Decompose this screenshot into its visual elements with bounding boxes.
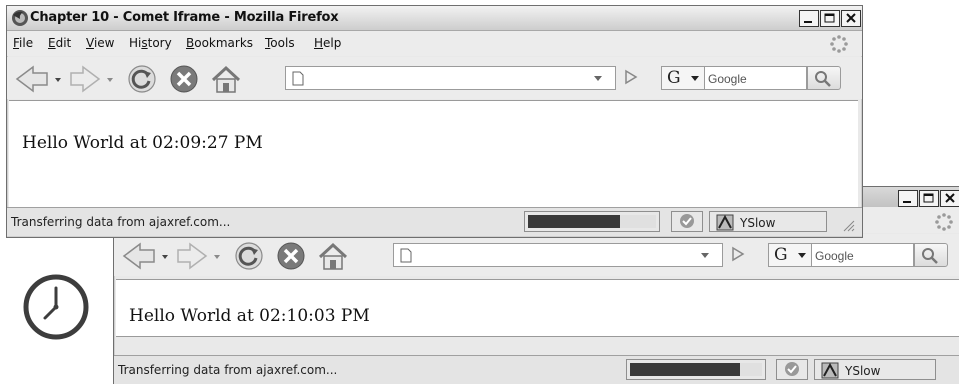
address-bar[interactable] bbox=[285, 66, 616, 90]
menu-help[interactable]: Help bbox=[314, 36, 341, 50]
stop-button[interactable] bbox=[167, 64, 201, 94]
go-icon bbox=[625, 69, 638, 85]
menu-edit[interactable]: Edit bbox=[48, 36, 71, 50]
menu-view[interactable]: View bbox=[86, 36, 114, 50]
stop-button[interactable] bbox=[274, 241, 308, 271]
check-icon bbox=[680, 214, 694, 228]
google-icon: G bbox=[667, 68, 681, 88]
search-input[interactable]: Google bbox=[705, 66, 807, 90]
close-icon bbox=[846, 13, 856, 23]
menu-bar: File Edit View History Bookmarks Tools H… bbox=[7, 31, 862, 56]
menu-history[interactable]: History bbox=[129, 36, 172, 50]
progress-fill bbox=[528, 215, 621, 228]
back-dropdown-icon bbox=[55, 78, 61, 82]
go-button[interactable] bbox=[728, 240, 748, 268]
minimize-button[interactable] bbox=[799, 10, 819, 27]
yslow-label: YSlow bbox=[845, 364, 881, 378]
maximize-button[interactable] bbox=[919, 190, 939, 207]
minimize-button[interactable] bbox=[898, 190, 918, 207]
search-engine-button[interactable]: G bbox=[768, 243, 812, 267]
status-check-cell[interactable] bbox=[776, 359, 808, 380]
forward-icon bbox=[70, 65, 101, 93]
maximize-button[interactable] bbox=[820, 10, 840, 27]
progress-cell bbox=[626, 359, 766, 380]
minimize-icon bbox=[804, 21, 812, 23]
close-icon bbox=[945, 193, 955, 203]
yslow-button[interactable]: YSlow bbox=[709, 211, 827, 232]
home-button[interactable] bbox=[209, 64, 243, 94]
menu-bookmarks[interactable]: Bookmarks bbox=[186, 36, 253, 50]
firefox-icon bbox=[12, 10, 28, 26]
resize-grip-icon[interactable] bbox=[841, 218, 855, 232]
go-icon bbox=[732, 246, 745, 262]
go-button[interactable] bbox=[621, 63, 641, 91]
search-engine-button[interactable]: G bbox=[661, 66, 705, 90]
search-button[interactable] bbox=[914, 243, 948, 267]
window-controls bbox=[897, 190, 959, 207]
forward-button[interactable] bbox=[69, 64, 117, 94]
progress-fill bbox=[630, 363, 740, 376]
check-icon bbox=[785, 362, 799, 376]
yslow-icon bbox=[716, 214, 734, 231]
maximize-icon bbox=[923, 193, 934, 203]
address-bar[interactable] bbox=[393, 243, 723, 267]
search-icon bbox=[815, 71, 831, 87]
throbber-icon bbox=[830, 35, 848, 53]
page-content: Hello World at 02:09:27 PM bbox=[9, 100, 858, 208]
close-button[interactable] bbox=[940, 190, 959, 207]
page-content: Hello World at 02:10:03 PM bbox=[116, 279, 959, 337]
forward-button[interactable] bbox=[176, 241, 224, 271]
back-button[interactable] bbox=[13, 64, 65, 94]
back-dropdown-icon bbox=[162, 255, 168, 259]
close-button[interactable] bbox=[841, 10, 861, 27]
progress-cell bbox=[524, 211, 660, 232]
url-dropdown-icon[interactable] bbox=[592, 72, 604, 84]
yslow-icon bbox=[821, 362, 839, 379]
url-dropdown-icon[interactable] bbox=[699, 249, 711, 261]
page-icon bbox=[400, 248, 412, 263]
google-icon: G bbox=[774, 245, 788, 265]
back-button[interactable] bbox=[120, 241, 172, 271]
forward-icon bbox=[177, 242, 208, 270]
page-icon bbox=[292, 71, 304, 86]
yslow-button[interactable]: YSlow bbox=[814, 359, 936, 380]
reload-button[interactable] bbox=[125, 64, 159, 94]
maximize-icon bbox=[824, 13, 835, 23]
back-icon bbox=[15, 65, 48, 93]
status-check-cell[interactable] bbox=[671, 211, 703, 232]
status-text: Transferring data from ajaxref.com... bbox=[118, 363, 338, 377]
home-icon bbox=[318, 242, 348, 259]
reload-button[interactable] bbox=[232, 241, 266, 271]
status-text: Transferring data from ajaxref.com... bbox=[11, 215, 231, 229]
yslow-label: YSlow bbox=[740, 216, 776, 230]
title-bar: Chapter 10 - Comet Iframe - Mozilla Fire… bbox=[7, 6, 862, 31]
navigation-toolbar: G Google bbox=[7, 57, 862, 99]
search-button[interactable] bbox=[807, 66, 841, 90]
home-button[interactable] bbox=[316, 241, 350, 271]
window-controls bbox=[798, 10, 861, 27]
status-bar: Transferring data from ajaxref.com... YS… bbox=[114, 355, 959, 384]
clock-icon bbox=[23, 274, 89, 340]
content-text: Hello World at 02:10:03 PM bbox=[129, 306, 370, 326]
menu-tools[interactable]: Tools bbox=[265, 36, 295, 50]
navigation-toolbar: G Google bbox=[114, 234, 959, 276]
back-icon bbox=[122, 242, 155, 270]
search-icon bbox=[922, 248, 938, 264]
window-title: Chapter 10 - Comet Iframe - Mozilla Fire… bbox=[30, 10, 339, 25]
search-input[interactable]: Google bbox=[812, 243, 914, 267]
status-bar: Transferring data from ajaxref.com... YS… bbox=[7, 207, 862, 236]
progress-bar bbox=[528, 215, 656, 228]
throbber-icon bbox=[935, 213, 953, 231]
progress-bar bbox=[630, 363, 762, 376]
content-text: Hello World at 02:09:27 PM bbox=[22, 133, 263, 153]
menu-file[interactable]: File bbox=[13, 36, 33, 50]
minimize-icon bbox=[903, 201, 911, 203]
home-icon bbox=[211, 65, 241, 82]
foreground-browser-window: Chapter 10 - Comet Iframe - Mozilla Fire… bbox=[6, 5, 863, 238]
